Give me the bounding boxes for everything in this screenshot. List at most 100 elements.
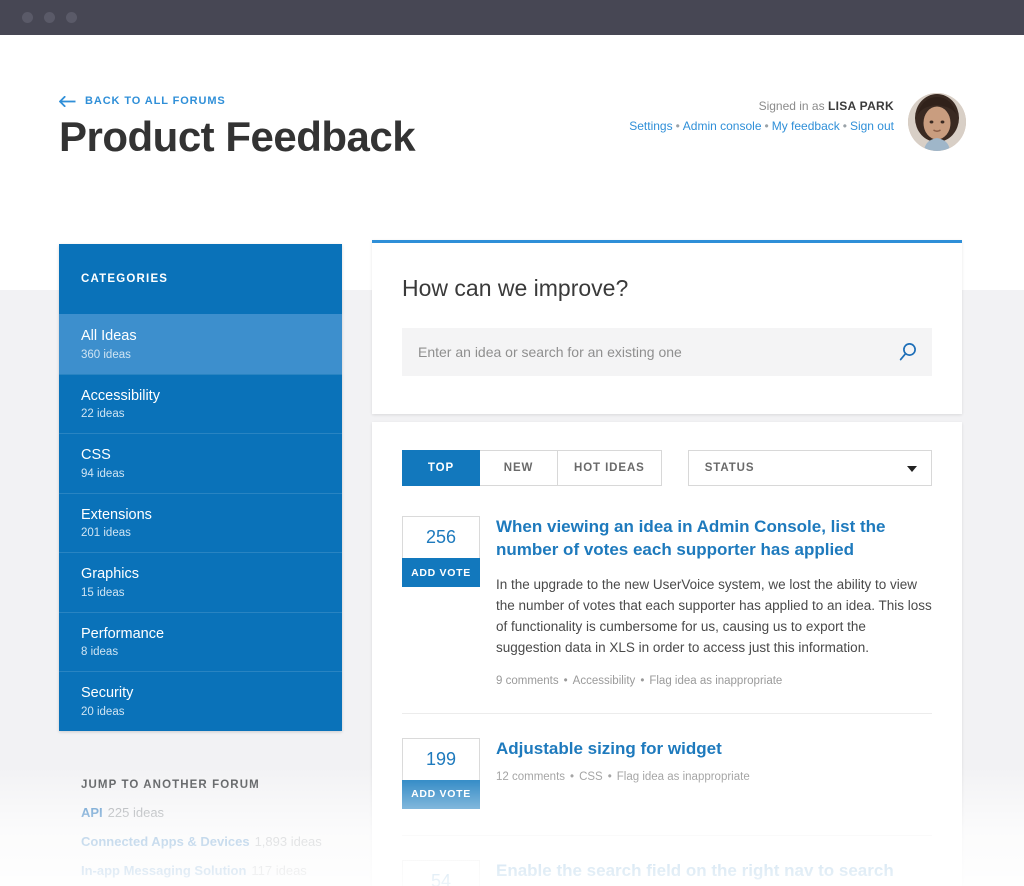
browser-titlebar: [0, 0, 1024, 35]
sidebar-item-count: 94 ideas: [81, 467, 125, 480]
main-content: How can we improve? TOP NEW HOT IDEAS ST…: [372, 240, 962, 886]
arrow-left-icon: [59, 95, 76, 107]
maximize-dot[interactable]: [66, 12, 77, 23]
page-title: Product Feedback: [59, 113, 416, 160]
sidebar-item-count: 22 ideas: [81, 408, 125, 421]
add-vote-button[interactable]: ADD VOTE: [402, 558, 480, 587]
search-box: [402, 328, 932, 376]
idea-body: Enable the search field on the right nav…: [496, 860, 932, 886]
sidebar-item-all-ideas[interactable]: All Ideas 360 ideas: [59, 314, 342, 374]
avatar[interactable]: [908, 93, 966, 151]
sign-out-link[interactable]: Sign out: [850, 119, 894, 133]
list-item: In-app Messaging Solution 117 ideas: [81, 863, 342, 878]
ask-title: How can we improve?: [402, 275, 629, 301]
vote-count: 256: [402, 516, 480, 558]
signed-in-user-name: LISA PARK: [827, 99, 894, 113]
admin-console-link[interactable]: Admin console: [683, 119, 762, 133]
idea-comments-link[interactable]: 9 comments: [496, 675, 559, 687]
forum-count: 117 ideas: [251, 862, 307, 878]
flag-idea-link[interactable]: Flag idea as inappropriate: [617, 771, 750, 783]
tab-top[interactable]: TOP: [402, 450, 480, 486]
ideas-card: TOP NEW HOT IDEAS STATUS 256 ADD VOTE Wh…: [372, 422, 962, 886]
idea-category-link[interactable]: Accessibility: [573, 675, 636, 687]
sidebar-item-extensions[interactable]: Extensions 201 ideas: [59, 492, 342, 553]
meta-separator: •: [640, 674, 645, 687]
idea-row: 54 ADD VOTE Enable the search field on t…: [402, 859, 932, 886]
sidebar-item-count: 360 ideas: [81, 348, 131, 361]
vote-count: 199: [402, 737, 480, 780]
forum-link-connected-apps-devices[interactable]: Connected Apps & Devices: [81, 834, 250, 849]
search-icon[interactable]: [898, 342, 918, 362]
link-separator-1: •: [675, 119, 680, 133]
filter-bar: TOP NEW HOT IDEAS STATUS: [402, 450, 932, 486]
idea-category-link[interactable]: CSS: [579, 771, 603, 783]
vote-box: 54 ADD VOTE: [402, 859, 480, 886]
idea-row: 199 ADD VOTE Adjustable sizing for widge…: [402, 737, 932, 836]
signed-in-prefix: Signed in as: [758, 99, 828, 113]
sidebar-item-count: 15 ideas: [81, 586, 125, 599]
link-separator-3: •: [842, 119, 847, 133]
sidebar-item-label: All Ideas: [81, 328, 137, 344]
sidebar-item-count: 8 ideas: [81, 646, 119, 659]
flag-idea-link[interactable]: Flag idea as inappropriate: [649, 675, 782, 687]
meta-separator: •: [563, 674, 568, 687]
sidebar-item-label: Accessibility: [81, 387, 160, 404]
sidebar-item-label: Performance: [81, 625, 165, 642]
idea-comments-link[interactable]: 12 comments: [496, 771, 565, 783]
signed-in-status: Signed in as LISA PARK: [629, 99, 894, 113]
close-dot[interactable]: [22, 12, 33, 23]
sidebar-item-graphics[interactable]: Graphics 15 ideas: [59, 552, 342, 612]
sidebar-item-label: CSS: [81, 447, 111, 464]
jump-to-forum-heading: JUMP TO ANOTHER FORUM: [81, 778, 260, 791]
idea-meta: 12 comments • CSS • Flag idea as inappropria…: [496, 771, 932, 783]
minimize-dot[interactable]: [44, 12, 55, 23]
sidebar-item-css[interactable]: CSS 94 ideas: [59, 433, 342, 493]
sidebar-item-security[interactable]: Security 20 ideas: [59, 671, 342, 731]
idea-title-link[interactable]: Adjustable sizing for widget: [496, 738, 932, 761]
account-area: Signed in as LISA PARK Settings • Admin co…: [629, 93, 966, 151]
add-vote-button[interactable]: ADD VOTE: [402, 779, 480, 809]
sidebar-item-count: 201 ideas: [81, 527, 131, 540]
forum-count: 225 ideas: [107, 804, 165, 820]
idea-title-link[interactable]: Enable the search field on the right nav…: [496, 860, 932, 883]
list-item: API 225 ideas: [81, 805, 342, 820]
idea-meta: 9 comments • Accessibility • Flag idea as in…: [496, 675, 932, 687]
sidebar-item-label: Graphics: [81, 566, 140, 583]
back-to-all-forums-label: BACK TO ALL FORUMS: [85, 95, 226, 107]
tab-hot-ideas[interactable]: HOT IDEAS: [558, 450, 662, 486]
idea-body: When viewing an idea in Admin Console, l…: [496, 516, 932, 687]
chevron-down-icon: [907, 466, 917, 472]
idea-description: In the upgrade to the new UserVoice syst…: [496, 576, 932, 655]
list-item: Connected Apps & Devices 1,893 ideas: [81, 834, 342, 849]
categories-heading: CATEGORIES: [81, 273, 169, 285]
idea-title-link[interactable]: When viewing an idea in Admin Console, l…: [496, 516, 932, 562]
account-text: Signed in as LISA PARK Settings • Admin co…: [629, 93, 894, 133]
sidebar: CATEGORIES All Ideas 360 ideas Accessibi…: [59, 244, 342, 886]
vote-count: 54: [402, 859, 480, 886]
forum-count: 1,893 ideas: [254, 833, 322, 849]
back-to-all-forums-link[interactable]: BACK TO ALL FORUMS: [59, 95, 226, 107]
status-filter-dropdown[interactable]: STATUS: [687, 450, 932, 486]
sidebar-item-label: Security: [81, 685, 134, 702]
meta-separator: •: [607, 770, 612, 783]
idea-body: Adjustable sizing for widget 12 comments…: [496, 738, 932, 809]
ask-card: How can we improve?: [372, 240, 962, 414]
settings-link[interactable]: Settings: [629, 119, 672, 133]
search-input[interactable]: [402, 328, 932, 376]
tab-new[interactable]: NEW: [480, 450, 558, 486]
browser-window: BACK TO ALL FORUMS Product Feedback Sign…: [0, 0, 1024, 886]
vote-box: 199 ADD VOTE: [402, 737, 480, 809]
status-filter-label: STATUS: [704, 462, 755, 474]
vote-box: 256 ADD VOTE: [402, 516, 480, 687]
my-feedback-link[interactable]: My feedback: [772, 119, 840, 133]
sidebar-item-accessibility[interactable]: Accessibility 22 ideas: [59, 373, 342, 434]
sort-tabs: TOP NEW HOT IDEAS: [402, 450, 662, 486]
avatar-portrait-icon: [908, 93, 966, 151]
forum-link-api[interactable]: API: [81, 805, 103, 820]
sidebar-item-performance[interactable]: Performance 8 ideas: [59, 611, 342, 672]
sidebar-item-count: 20 ideas: [81, 705, 125, 718]
categories-card: CATEGORIES All Ideas 360 ideas Accessibi…: [59, 244, 342, 731]
meta-separator: •: [570, 770, 575, 783]
forum-link-in-app-messaging-solution[interactable]: In-app Messaging Solution: [81, 863, 246, 878]
jump-to-forum-section: JUMP TO ANOTHER FORUM API 225 ideas Conne…: [59, 779, 342, 886]
